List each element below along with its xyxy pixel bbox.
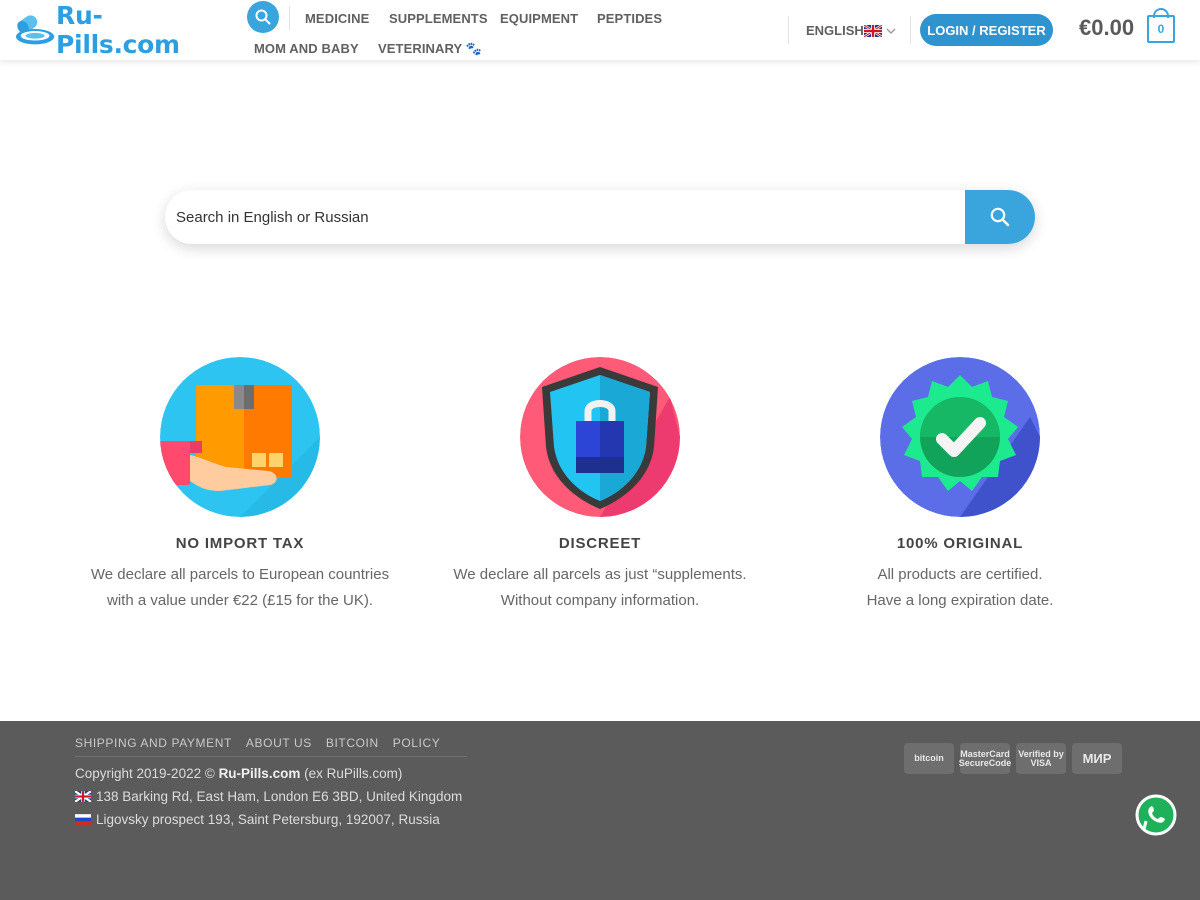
feature-description: All products are certified. Have a long …: [780, 562, 1140, 614]
cart-total[interactable]: €0.00: [1079, 15, 1134, 41]
footer-divider: [75, 756, 467, 757]
verified-by-visa-icon: Verified by VISA: [1016, 743, 1066, 774]
payment-label: MasterCard SecureCode: [958, 748, 1012, 768]
feature-line: Without company information.: [500, 592, 700, 609]
chevron-down-icon: [886, 28, 896, 34]
footer-link-about[interactable]: ABOUT US: [246, 736, 312, 750]
payment-label: bitcoin: [914, 753, 944, 763]
mir-payment-icon: МИР: [1072, 743, 1122, 774]
address-uk: 138 Barking Rd, East Ham, London E6 3BD,…: [75, 789, 462, 804]
language-label: ENGLISH: [806, 23, 864, 38]
cart-count-badge[interactable]: 0: [1147, 15, 1175, 43]
address-uk-text: 138 Barking Rd, East Ham, London E6 3BD,…: [96, 789, 463, 804]
search-icon: [990, 207, 1010, 227]
feature-title: DISCREET: [558, 535, 642, 552]
nav-divider: [289, 6, 290, 30]
divider: [910, 16, 911, 44]
uk-flag-icon: [75, 791, 91, 802]
nav-mom-and-baby[interactable]: MOM AND BABY: [254, 41, 359, 56]
box-in-hand-icon: [160, 357, 320, 517]
site-logo[interactable]: Ru-Pills.com: [14, 1, 219, 59]
feature-line: with a value under €22 (£15 for the UK).: [107, 592, 373, 609]
certified-badge-icon: [880, 357, 1040, 517]
feature-no-import-tax: NO IMPORT TAX We declare all parcels to …: [60, 357, 420, 614]
footer-link-shipping[interactable]: SHIPPING AND PAYMENT: [75, 736, 232, 750]
footer-link-bitcoin[interactable]: BITCOIN: [326, 736, 379, 750]
russia-flag-icon: [75, 814, 91, 825]
search-icon: [255, 9, 271, 25]
address-ru-text: Ligovsky prospect 193, Saint Petersburg,…: [96, 812, 440, 827]
nav-veterinary[interactable]: VETERINARY 🐾: [378, 41, 482, 57]
whatsapp-icon[interactable]: [1135, 794, 1177, 836]
logo-text: Ru-Pills.com: [56, 1, 180, 59]
copyright-prefix: Copyright 2019-2022 ©: [75, 766, 215, 781]
mastercard-securecode-icon: MasterCard SecureCode: [958, 743, 1012, 774]
divider: [788, 16, 789, 44]
address-ru: Ligovsky prospect 193, Saint Petersburg,…: [75, 812, 440, 827]
feature-line: Have a long expiration date.: [866, 592, 1054, 609]
payment-label: МИР: [1082, 751, 1112, 766]
footer-nav: SHIPPING AND PAYMENT ABOUT US BITCOIN PO…: [75, 736, 440, 750]
bitcoin-payment-icon: bitcoin: [904, 743, 954, 774]
search-submit-button[interactable]: [965, 190, 1035, 244]
uk-flag-icon: [863, 24, 882, 37]
feature-title: 100% ORIGINAL: [896, 535, 1024, 552]
feature-discreet: DISCREET We declare all parcels as just …: [420, 357, 780, 614]
copyright: Copyright 2019-2022 © Ru-Pills.com (ex R…: [75, 766, 402, 781]
pills-logo-icon: [15, 15, 55, 45]
nav-medicine[interactable]: MEDICINE: [305, 11, 369, 26]
search-input[interactable]: [165, 190, 965, 244]
site-footer: SHIPPING AND PAYMENT ABOUT US BITCOIN PO…: [0, 721, 1200, 900]
copyright-suffix: (ex RuPills.com): [304, 766, 403, 781]
language-selector[interactable]: ENGLISH: [806, 23, 897, 38]
shield-lock-icon: [520, 357, 680, 517]
payment-label: Verified by VISA: [1018, 748, 1064, 768]
copyright-brand: Ru-Pills.com: [218, 766, 301, 781]
site-header: Ru-Pills.com MEDICINE SUPPLEMENTS EQUIPM…: [0, 0, 1200, 60]
footer-link-policy[interactable]: POLICY: [393, 736, 441, 750]
feature-description: We declare all parcels as just “suppleme…: [420, 562, 780, 614]
header-search-button[interactable]: [247, 1, 279, 33]
nav-peptides[interactable]: PEPTIDES: [597, 11, 662, 26]
nav-equipment[interactable]: EQUIPMENT: [500, 11, 578, 26]
login-register-button[interactable]: LOGIN / REGISTER: [920, 14, 1053, 46]
feature-title: NO IMPORT TAX: [175, 535, 305, 552]
feature-line: All products are certified.: [877, 566, 1043, 583]
feature-line: We declare all parcels to European count…: [90, 566, 390, 583]
feature-original: 100% ORIGINAL All products are certified…: [780, 357, 1140, 614]
nav-supplements[interactable]: SUPPLEMENTS: [389, 11, 488, 26]
feature-description: We declare all parcels to European count…: [60, 562, 420, 614]
feature-line: We declare all parcels as just “suppleme…: [453, 566, 747, 583]
search-bar: [165, 190, 1035, 244]
